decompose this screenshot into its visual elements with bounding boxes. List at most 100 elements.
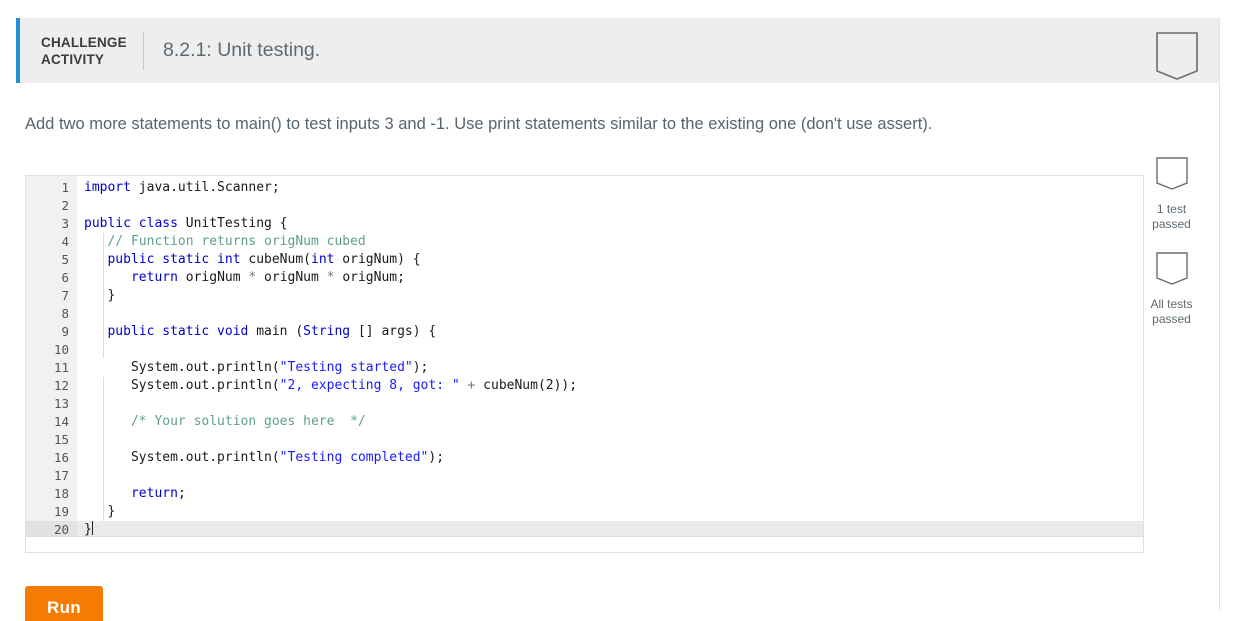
code-line[interactable]: 11 System.out.println("Testing started")… xyxy=(26,359,1143,377)
line-number: 9 xyxy=(61,324,69,339)
code-line[interactable]: 2 xyxy=(26,197,1143,215)
code-token: "Testing started" xyxy=(279,360,413,375)
code-token: origNum; xyxy=(334,270,405,285)
code-token: return xyxy=(130,270,178,285)
code-line-text: } xyxy=(84,521,93,536)
code-line[interactable]: 15 xyxy=(26,431,1143,449)
code-token: "2, expecting 8, got: " xyxy=(279,378,460,393)
code-line-text: import java.util.Scanner; xyxy=(84,179,280,197)
code-token: public class xyxy=(84,216,178,231)
activity-title: 8.2.1: Unit testing. xyxy=(163,39,321,61)
line-number: 6 xyxy=(61,270,69,285)
code-token: cubeNum(2)); xyxy=(475,378,578,393)
code-line[interactable]: 5 public static int cubeNum(int origNum)… xyxy=(26,251,1143,269)
code-line-text: System.out.println("Testing started"); xyxy=(84,359,428,377)
activity-card: CHALLENGE ACTIVITY 8.2.1: Unit testing. … xyxy=(16,18,1220,621)
code-line-text: return; xyxy=(84,485,186,503)
code-line-text: System.out.println("Testing completed"); xyxy=(84,449,444,467)
code-line[interactable]: 9 public static void main (String [] arg… xyxy=(26,323,1143,341)
code-token: } xyxy=(84,522,92,536)
run-button[interactable]: Run xyxy=(25,586,103,621)
code-editor-wrapper: 1 import java.util.Scanner; 2 3 public class… xyxy=(25,175,1144,553)
test-status-label-line2: passed xyxy=(1152,217,1191,231)
activity-prompt: Add two more statements to main() to tes… xyxy=(25,115,933,133)
code-line[interactable]: 1 import java.util.Scanner; xyxy=(26,179,1143,197)
code-line[interactable]: 3 public class UnitTesting { xyxy=(26,215,1143,233)
code-line[interactable]: 4 // Function returns origNum cubed xyxy=(26,233,1143,251)
code-line[interactable]: 6 return origNum * origNum * origNum; xyxy=(26,269,1143,287)
code-token: System.out.println( xyxy=(84,378,280,393)
editor-horizontal-scrollbar[interactable] xyxy=(25,536,1144,553)
code-token: * xyxy=(326,270,335,285)
code-token: import xyxy=(84,180,131,195)
code-line-text: public static void main (String [] args)… xyxy=(84,323,436,341)
line-number: 18 xyxy=(53,486,69,501)
code-lines[interactable]: 1 import java.util.Scanner; 2 3 public class… xyxy=(26,176,1143,536)
code-line-text: return origNum * origNum * origNum; xyxy=(84,269,405,287)
code-token: origNum) { xyxy=(334,252,421,267)
test-status-item[interactable]: All tests passed xyxy=(1139,251,1204,327)
line-number: 15 xyxy=(53,432,69,447)
code-token: [] args) { xyxy=(350,324,437,339)
code-token: /* Your solution goes here */ xyxy=(84,414,366,429)
test-status-item[interactable]: 1 test passed xyxy=(1139,156,1204,232)
code-line[interactable]: 13 xyxy=(26,395,1143,413)
code-token: java.util.Scanner; xyxy=(130,180,280,195)
code-token: return xyxy=(130,486,178,501)
code-line[interactable]: 8 xyxy=(26,305,1143,323)
shield-outline-icon xyxy=(1139,251,1204,292)
code-token: int xyxy=(311,252,335,267)
code-token: System.out.println( xyxy=(84,360,280,375)
code-line[interactable]: 18 return; xyxy=(26,485,1143,503)
line-number: 16 xyxy=(53,450,69,465)
bookmark-outline-icon[interactable] xyxy=(1155,31,1199,86)
code-line[interactable]: 19 } xyxy=(26,503,1143,521)
code-line[interactable]: 14 /* Your solution goes here */ xyxy=(26,413,1143,431)
line-number: 5 xyxy=(61,252,69,267)
line-number: 13 xyxy=(53,396,69,411)
line-number: 2 xyxy=(61,198,69,213)
code-line[interactable]: 17 xyxy=(26,467,1143,485)
text-cursor xyxy=(91,521,93,535)
code-line-text: /* Your solution goes here */ xyxy=(84,413,366,431)
line-number: 11 xyxy=(53,360,69,375)
line-number: 7 xyxy=(61,288,69,303)
line-number: 17 xyxy=(53,468,69,483)
test-status-label-line1: All tests xyxy=(1150,297,1193,311)
line-number: 19 xyxy=(53,504,69,519)
activity-kicker-line2: ACTIVITY xyxy=(41,51,105,67)
code-token: cubeNum( xyxy=(240,252,311,267)
code-line[interactable]: 16 System.out.println("Testing completed… xyxy=(26,449,1143,467)
activity-header: CHALLENGE ACTIVITY 8.2.1: Unit testing. xyxy=(16,18,1219,83)
line-number: 20 xyxy=(26,521,77,536)
code-token: main ( xyxy=(248,324,304,339)
code-line[interactable]: 10 xyxy=(26,341,1143,359)
test-status-label-line2: passed xyxy=(1152,312,1191,326)
code-line[interactable]: 12 System.out.println("2, expecting 8, g… xyxy=(26,377,1143,395)
code-line-text: // Function returns origNum cubed xyxy=(84,233,365,251)
code-line[interactable]: 7 } xyxy=(26,287,1143,305)
code-token: origNum xyxy=(177,270,249,285)
line-number: 10 xyxy=(53,342,69,357)
header-divider xyxy=(143,31,144,70)
line-number: 4 xyxy=(61,234,69,249)
test-status-rail: 1 test passed All tests passed xyxy=(1139,156,1204,346)
line-number: 8 xyxy=(61,306,69,321)
code-line-text: System.out.println("2, expecting 8, got:… xyxy=(84,377,577,395)
challenge-activity-page: CHALLENGE ACTIVITY 8.2.1: Unit testing. … xyxy=(0,0,1236,621)
code-editor[interactable]: 1 import java.util.Scanner; 2 3 public class… xyxy=(25,175,1144,536)
test-status-label-line1: 1 test xyxy=(1156,202,1187,216)
code-token: } xyxy=(84,504,116,519)
code-token: System.out.println( xyxy=(84,450,280,465)
code-token: public static void xyxy=(107,324,249,339)
code-token: ); xyxy=(412,360,429,375)
code-token: public static int xyxy=(107,252,241,267)
code-line[interactable]: 20} xyxy=(26,521,1143,536)
code-token: "Testing completed" xyxy=(279,450,429,465)
code-token: origNum xyxy=(256,270,327,285)
line-number: 1 xyxy=(61,180,69,195)
